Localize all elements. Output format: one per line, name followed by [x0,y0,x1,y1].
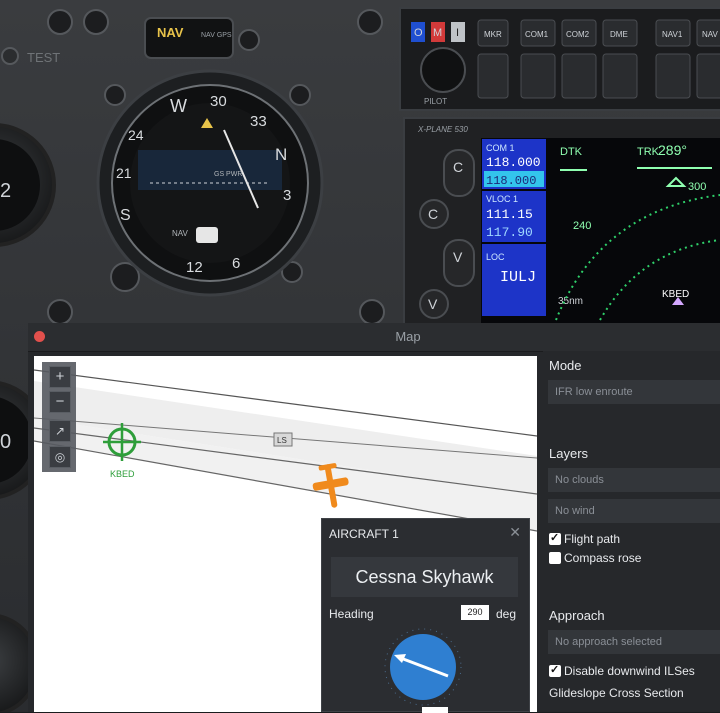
hsi-6: 6 [232,255,240,272]
hsi-3: 3 [283,187,291,204]
com-label: COM 1 [486,143,515,153]
hsi-12: 12 [186,259,203,276]
vloc-standby: 117.90 [486,225,533,240]
test-knob[interactable] [1,47,19,65]
disable-downwind-checkbox[interactable] [549,663,561,677]
com-standby: 118.000 [486,174,536,188]
svg-text:MKR: MKR [484,30,502,39]
close-icon[interactable]: ✕ [509,524,521,541]
svg-text:C: C [428,206,438,222]
heading-dial[interactable] [382,626,464,708]
hsi-30: 30 [210,93,227,110]
zoom-in-button[interactable]: + [49,366,71,388]
approach-select[interactable]: No approach selected [548,630,720,654]
pilot-label: PILOT [424,97,447,106]
mode-heading: Mode [549,358,582,373]
compass-rose-checkbox[interactable] [549,552,561,564]
trk-value: 289° [658,142,687,158]
svg-text:2: 2 [0,180,11,202]
clouds-select[interactable]: No clouds [548,468,720,492]
map-settings-panel: Mode IFR low enroute Layers No clouds No… [543,351,720,712]
range-240: 240 [573,220,591,232]
com-active: 118.000 [486,155,541,170]
wind-select[interactable]: No wind [548,499,720,523]
flight-path-checkbox[interactable] [549,531,561,545]
svg-text:COM1: COM1 [525,30,549,39]
svg-text:NAV1: NAV1 [662,30,683,39]
heading-input[interactable]: 290 [461,605,489,620]
heading-unit: deg [496,607,517,621]
svg-text:C: C [453,159,463,175]
compass-rose-toggle[interactable]: Compass rose [549,551,641,567]
svg-text:O: O [414,27,423,39]
fix-label: LS [277,436,287,445]
heading-label: Heading [329,607,374,621]
svg-text:NAV: NAV [702,30,719,39]
gps-airport-label: KBED [662,289,689,300]
hsi-nav-label: NAV [172,229,189,238]
volume-knob[interactable] [420,47,466,93]
airport-label: KBED [110,469,135,479]
loc-ident: IULJ [500,269,536,286]
aircraft-popup-title: AIRCRAFT 1 [329,527,399,541]
hsi-instrument: W 30 33 N 3 6 12 S 21 24 GS PWR NAV [96,69,324,297]
hsi-n: N [275,145,287,164]
vloc-label: VLOC 1 [486,194,518,204]
svg-text:M: M [433,27,442,39]
left-gauge-value: 0 [0,431,11,453]
svg-text:I: I [456,27,459,39]
map-titlebar[interactable]: Map [28,323,720,352]
mode-select[interactable]: IFR low enroute [548,380,720,404]
glideslope-heading: Glideslope Cross Section [549,686,684,700]
nav-gps-label: NAV GPS [201,32,232,39]
nav-label: NAV [157,25,184,40]
popup-field[interactable] [422,707,448,713]
gps-brand: X-PLANE 530 [417,125,468,134]
map-scale: 35nm [558,296,583,307]
dtk-label: DTK [560,146,583,158]
svg-text:V: V [453,249,463,265]
pan-tool-icon[interactable]: ↗ [49,420,71,442]
hsi-33: 33 [250,113,267,130]
hsi-21: 21 [116,165,132,181]
zoom-out-button[interactable]: − [49,391,71,413]
approach-heading: Approach [549,608,605,623]
flight-path-label: Flight path [564,532,621,546]
center-tool-icon[interactable]: ◎ [49,446,71,468]
svg-text:COM2: COM2 [566,30,590,39]
layers-heading: Layers [549,446,589,461]
hsi-s: S [120,207,131,224]
aircraft-popup: AIRCRAFT 1 ✕ Cessna Skyhawk Heading 290 … [321,518,530,713]
range-300: 300 [688,181,706,193]
map-window-title: Map [395,329,421,344]
svg-text:DME: DME [610,30,628,39]
loc-label: LOC [486,252,505,262]
vloc-active: 111.15 [486,207,533,222]
compass-rose-label: Compass rose [564,551,642,565]
test-label: TEST [27,50,60,65]
aircraft-type-select[interactable]: Cessna Skyhawk [331,557,518,597]
disable-downwind-label: Disable downwind ILSes [564,664,695,678]
hsi-gs-label: GS PWR [214,171,242,178]
flight-path-toggle[interactable]: Flight path [549,531,621,548]
svg-text:V: V [428,296,438,312]
hsi-24: 24 [128,127,144,143]
disable-downwind-toggle[interactable]: Disable downwind ILSes [549,663,695,680]
trk-label: TRK [637,146,660,158]
hsi-w: W [170,96,187,116]
